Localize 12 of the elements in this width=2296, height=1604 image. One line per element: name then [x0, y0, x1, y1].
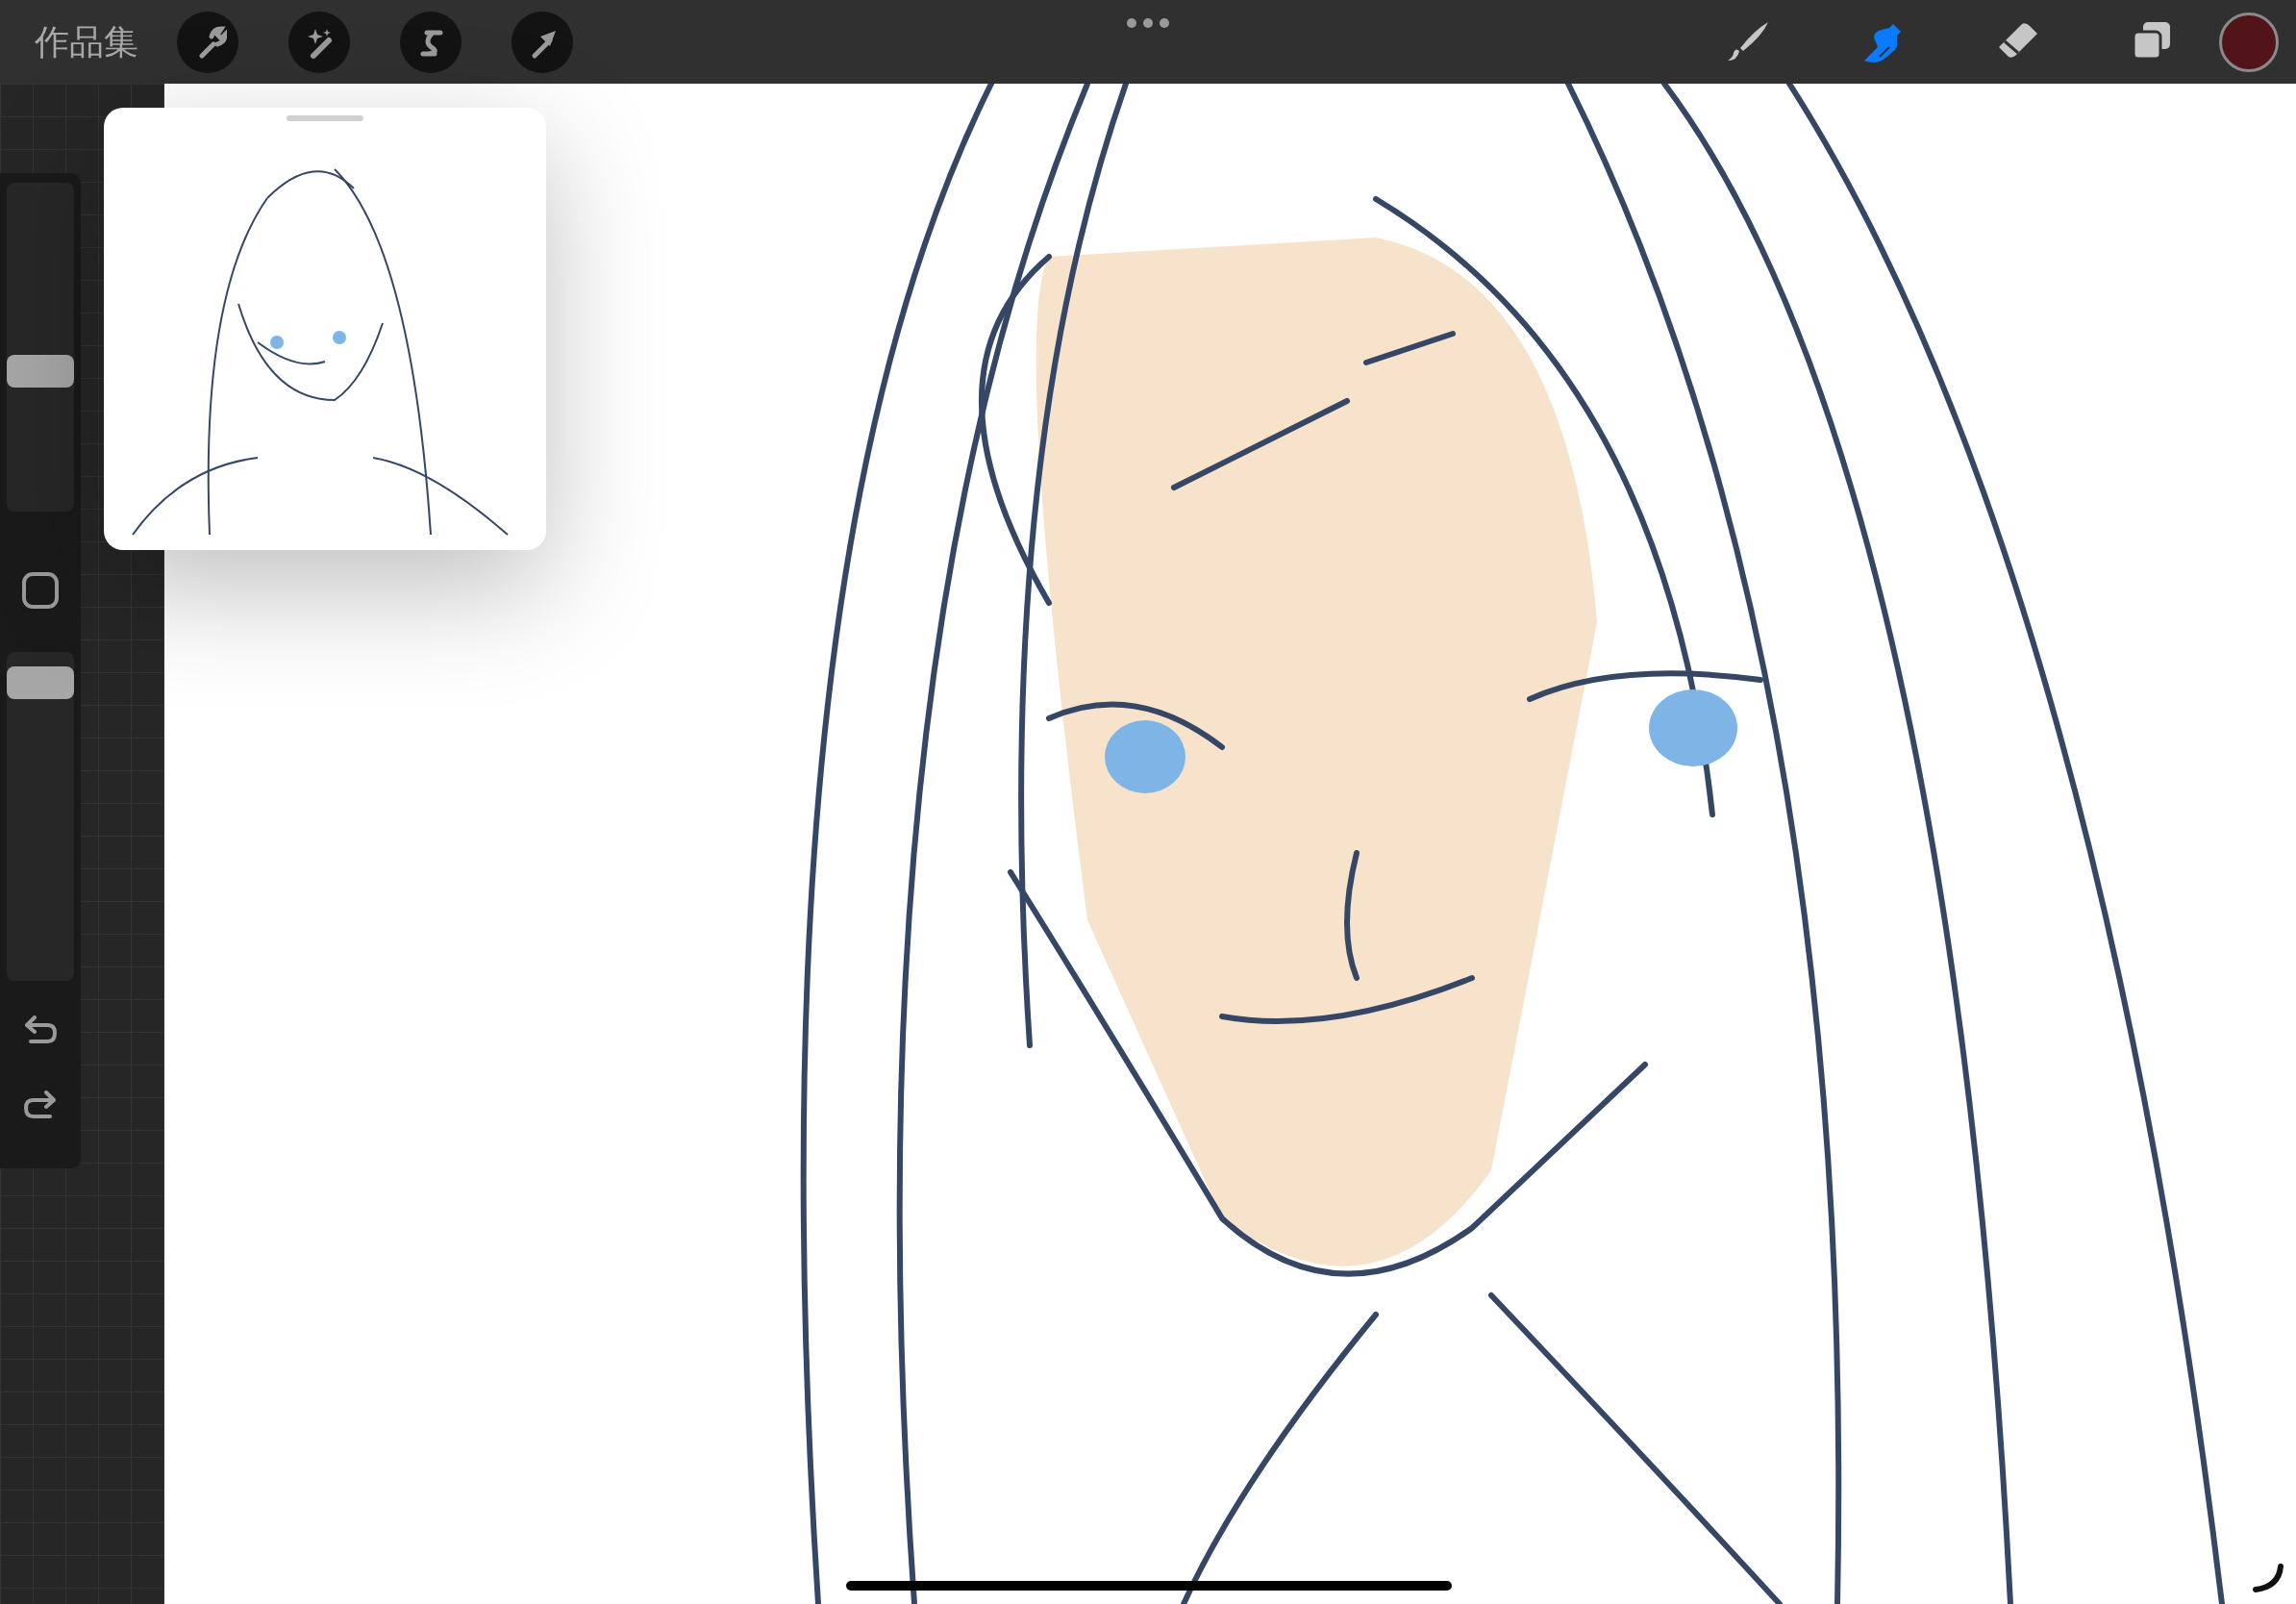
slider-thumb[interactable] [7, 354, 74, 388]
corner-curve-icon[interactable] [2252, 1564, 2284, 1592]
drawing-canvas[interactable] [164, 84, 2296, 1604]
redo-icon[interactable] [23, 1090, 58, 1121]
more-options-icon[interactable] [1126, 16, 1170, 29]
undo-icon[interactable] [23, 1015, 58, 1046]
opacity-slider[interactable] [7, 652, 74, 981]
slider-thumb[interactable] [7, 666, 74, 700]
drag-handle[interactable] [287, 115, 363, 121]
brush-size-slider[interactable] [7, 183, 74, 512]
gallery-link[interactable]: 作品集 [35, 15, 138, 68]
square-icon[interactable] [21, 571, 60, 610]
